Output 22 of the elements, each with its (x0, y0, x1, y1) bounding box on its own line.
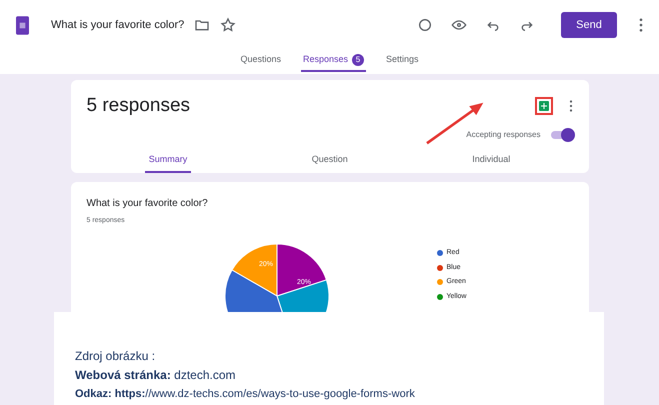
question-title: What is your favorite color? (86, 196, 209, 210)
link-line: Odkaz: https://www.dz-techs.com/es/ways-to-use-google-forms-work (75, 387, 416, 402)
count-badge: 5 (352, 54, 364, 66)
spreadsheet-icon (538, 101, 548, 112)
tab[interactable]: Settings (384, 50, 421, 72)
accepting-switch[interactable] (550, 130, 572, 138)
star-icon[interactable] (220, 17, 236, 33)
view-tab[interactable]: Summary (144, 148, 192, 172)
source-heading: Zdroj obrázku : (75, 348, 156, 365)
tab[interactable]: Questions (238, 50, 283, 72)
window-title: What is your favorite color? (51, 18, 184, 33)
send-button[interactable]: Send (561, 12, 617, 38)
website-line: Webová stránka: dztech.com (75, 367, 237, 384)
view-tab[interactable]: Individual (468, 148, 514, 172)
forms-logo-icon[interactable] (16, 16, 29, 34)
view-tab[interactable]: Question (308, 148, 352, 172)
sheets-button[interactable] (534, 97, 552, 116)
more-icon[interactable] (568, 100, 572, 112)
more-icon[interactable] (639, 18, 643, 32)
tab[interactable]: Responses 5 (300, 50, 366, 72)
responses-heading: 5 responses (86, 94, 192, 118)
accepting-label: Accepting responses (466, 128, 540, 140)
